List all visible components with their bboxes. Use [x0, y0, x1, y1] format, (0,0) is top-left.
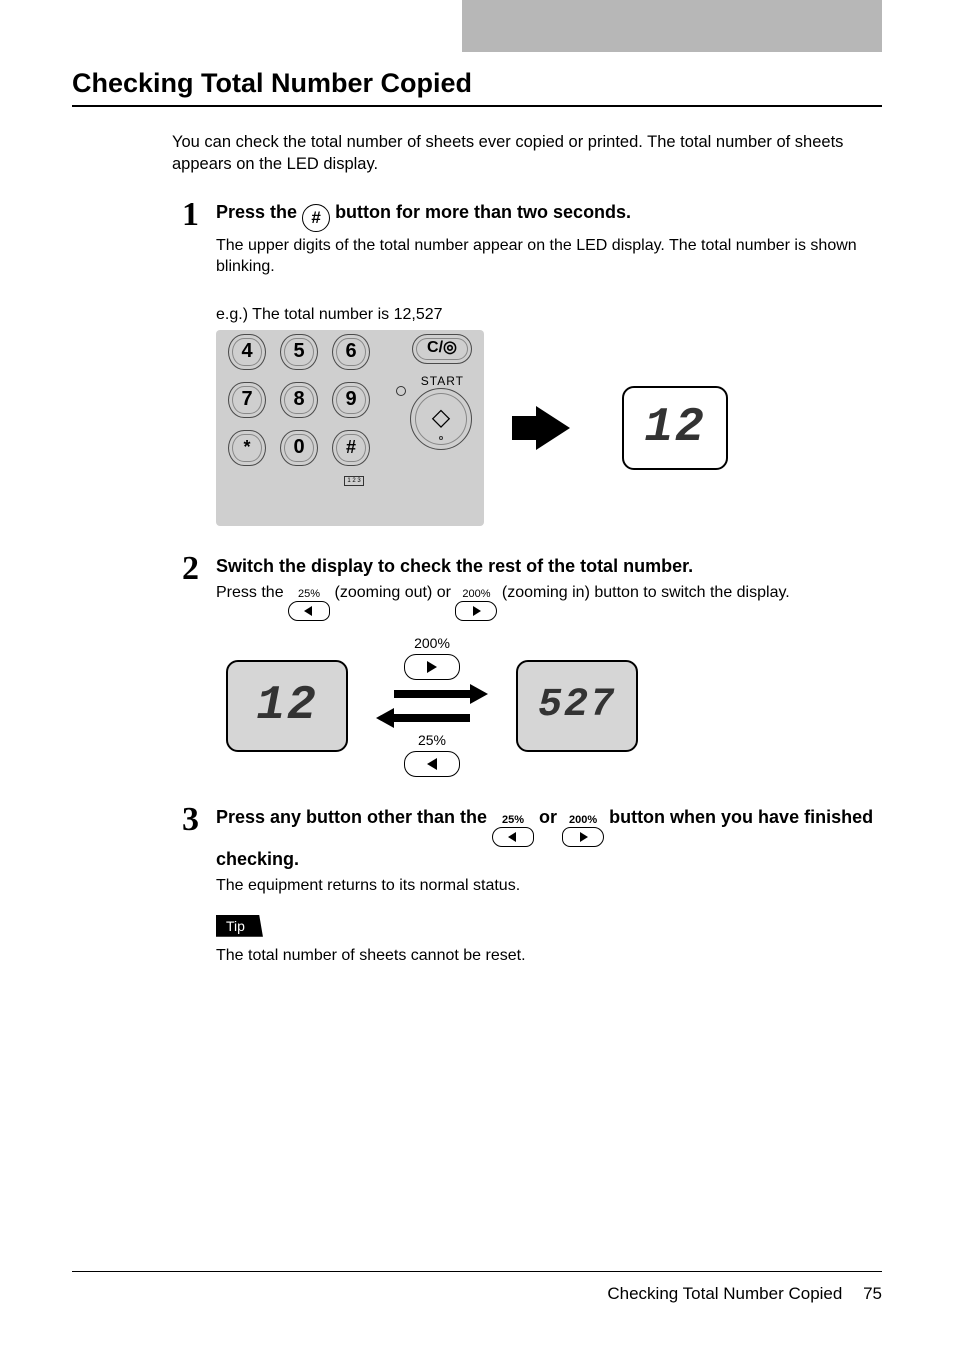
step-2-heading: Switch the display to check the rest of … [216, 554, 882, 579]
hash-button-icon: # [302, 204, 330, 232]
step-1-heading: Press the # button for more than two sec… [216, 200, 882, 232]
start-button-icon [410, 388, 472, 450]
key-hash: # [332, 430, 370, 466]
arrow-right-large-icon [376, 684, 488, 704]
label-123-icon: 1 2 3 [344, 476, 364, 486]
zoom-in-pct: 200% [569, 815, 597, 826]
key-clear: C/◎ [412, 334, 472, 364]
arrow-right-icon [562, 827, 604, 847]
step-1-sub: The upper digits of the total number app… [216, 235, 882, 278]
arrow-left-large-icon [376, 708, 488, 728]
key-5: 5 [280, 334, 318, 370]
key-6: 6 [332, 334, 370, 370]
step-2-sub-mid2: (zooming in) button to switch the displa… [502, 584, 790, 601]
footer-title: Checking Total Number Copied [607, 1284, 842, 1303]
step-3-heading: Press any button other than the 25% or 2… [216, 805, 882, 872]
led-value: 12 [644, 401, 706, 455]
footer: Checking Total Number Copied 75 [72, 1271, 882, 1304]
step-2-sub-mid1: (zooming out) or [334, 584, 455, 601]
arrow-right-icon [536, 406, 570, 450]
step-1-head-pre: Press the [216, 202, 302, 222]
zoom-out-fig: 25% [404, 732, 460, 777]
step-number: 2 [182, 552, 216, 777]
step-1: 1 Press the # button for more than two s… [182, 200, 882, 526]
step-3-sub: The equipment returns to its normal stat… [216, 875, 882, 897]
zoom-in-button-inline: 200% [455, 589, 497, 621]
keypad-panel: 4 5 6 7 8 9 * 0 # C/◎ START 1 2 3 [216, 330, 484, 526]
intro-paragraph: You can check the total number of sheets… [172, 131, 882, 176]
tip-label: Tip [216, 915, 263, 937]
led-display-a: 12 [226, 660, 348, 752]
zoom-out-fig-pct: 25% [418, 732, 446, 748]
zoom-out-button-inline: 25% [492, 815, 534, 847]
zoom-in-fig: 200% [404, 635, 460, 680]
arrow-left-button-icon [404, 751, 460, 777]
zoom-out-pct: 25% [502, 815, 524, 826]
figure-keypad-led: 4 5 6 7 8 9 * 0 # C/◎ START 1 2 3 [216, 330, 882, 526]
led-display: 12 [622, 386, 728, 470]
zoom-in-fig-pct: 200% [414, 635, 450, 651]
title-rule [72, 105, 882, 107]
step-2: 2 Switch the display to check the rest o… [182, 554, 882, 777]
led-value-b: 527 [538, 683, 616, 728]
start-indicator-icon [396, 386, 406, 396]
key-8: 8 [280, 382, 318, 418]
led-value-a: 12 [256, 679, 318, 733]
arrow-left-icon [492, 827, 534, 847]
step-3: 3 Press any button other than the 25% or… [182, 805, 882, 965]
zoom-in-button-inline: 200% [562, 815, 604, 847]
step-1-head-post: button for more than two seconds. [335, 202, 631, 222]
step-number: 3 [182, 803, 216, 965]
key-7: 7 [228, 382, 266, 418]
led-display-b: 527 [516, 660, 638, 752]
arrow-left-icon [288, 601, 330, 621]
key-star: * [228, 430, 266, 466]
key-4: 4 [228, 334, 266, 370]
step-3-head-mid: or [539, 807, 562, 827]
key-9: 9 [332, 382, 370, 418]
arrow-right-button-icon [404, 654, 460, 680]
tip-text: The total number of sheets cannot be res… [216, 947, 882, 965]
start-label: START [421, 374, 464, 388]
step-3-head-pre: Press any button other than the [216, 807, 492, 827]
step-2-sub-pre: Press the [216, 584, 288, 601]
key-0: 0 [280, 430, 318, 466]
arrow-right-icon [455, 601, 497, 621]
step-2-sub: Press the 25% (zooming out) or 200% (zoo… [216, 582, 882, 621]
switch-arrows-block: 200% 25% [376, 635, 488, 777]
header-grey-tab [462, 0, 882, 52]
figure-switch-display: 12 200% 25% 527 [226, 635, 882, 777]
zoom-out-button-inline: 25% [288, 589, 330, 621]
zoom-out-pct: 25% [298, 589, 320, 600]
step-1-example: e.g.) The total number is 12,527 [216, 306, 882, 324]
footer-page-number: 75 [863, 1284, 882, 1303]
step-number: 1 [182, 198, 216, 526]
zoom-in-pct: 200% [462, 589, 490, 600]
